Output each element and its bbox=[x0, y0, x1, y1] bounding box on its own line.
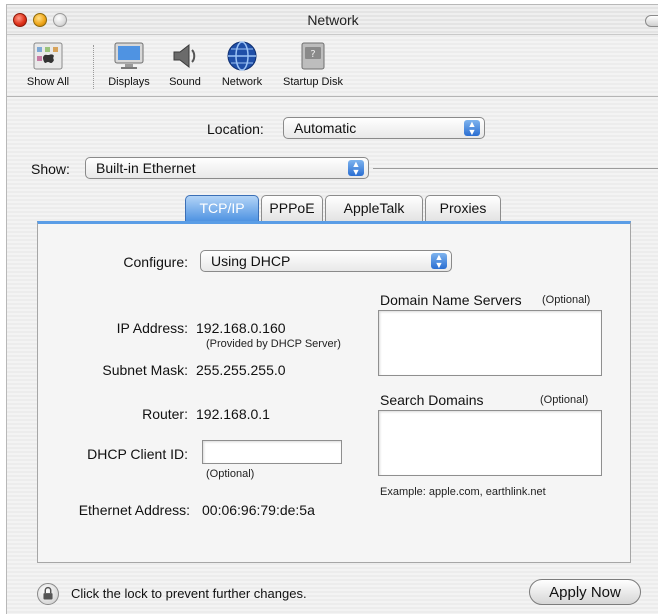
tab-pppoe[interactable]: PPPoE bbox=[261, 195, 323, 221]
ethernet-address-value: 00:06:96:79:de:5a bbox=[202, 502, 315, 518]
toolbar-separator bbox=[93, 45, 94, 89]
dhcp-client-id-label: DHCP Client ID: bbox=[87, 446, 188, 462]
configure-label: Configure: bbox=[123, 254, 188, 270]
toolbar: Show All Displays Sound Network ? Startu… bbox=[7, 35, 658, 97]
displays-icon bbox=[114, 42, 144, 69]
toolbar-item-startup-disk[interactable]: ? Startup Disk bbox=[275, 39, 351, 88]
toolbar-item-show-all[interactable]: Show All bbox=[9, 39, 87, 88]
tab-proxies[interactable]: Proxies bbox=[425, 195, 501, 221]
title-bar[interactable]: Network bbox=[7, 5, 658, 35]
toolbar-item-network[interactable]: Network bbox=[213, 39, 271, 88]
lock-icon bbox=[43, 586, 53, 600]
tcp-ip-panel: Configure: Using DHCP ▲ ▼ IP Address: 192… bbox=[37, 221, 631, 563]
popup-arrows-icon: ▲ ▼ bbox=[431, 253, 447, 270]
popup-arrows-icon: ▲ ▼ bbox=[464, 120, 480, 137]
tab-tcp-ip[interactable]: TCP/IP bbox=[185, 195, 259, 221]
show-popup[interactable]: Built-in Ethernet ▲ ▼ bbox=[85, 157, 369, 179]
toolbar-label-displays: Displays bbox=[108, 76, 150, 88]
show-all-icon bbox=[33, 42, 63, 70]
dhcp-client-id-note: (Optional) bbox=[206, 468, 255, 480]
subnet-mask-label: Subnet Mask: bbox=[102, 362, 188, 378]
search-domains-optional: (Optional) bbox=[540, 394, 589, 406]
show-value: Built-in Ethernet bbox=[96, 160, 196, 176]
configure-value: Using DHCP bbox=[211, 253, 291, 269]
toolbar-label-network: Network bbox=[221, 76, 263, 88]
search-domains-example: Example: apple.com, earthlink.net bbox=[380, 486, 546, 498]
dhcp-client-id-field[interactable] bbox=[202, 440, 342, 464]
ip-address-value: 192.168.0.160 bbox=[196, 320, 286, 336]
toolbar-item-sound[interactable]: Sound bbox=[162, 39, 208, 88]
dns-optional: (Optional) bbox=[542, 294, 591, 306]
lock-text: Click the lock to prevent further change… bbox=[71, 586, 307, 601]
configure-popup[interactable]: Using DHCP ▲ ▼ bbox=[200, 250, 452, 272]
divider-line bbox=[373, 168, 658, 169]
dns-label: Domain Name Servers bbox=[380, 292, 522, 308]
toolbar-label-sound: Sound bbox=[169, 76, 201, 88]
tab-appletalk[interactable]: AppleTalk bbox=[325, 195, 423, 221]
location-popup[interactable]: Automatic ▲ ▼ bbox=[283, 117, 485, 139]
show-label: Show: bbox=[31, 161, 70, 177]
popup-arrows-icon: ▲ ▼ bbox=[348, 160, 364, 177]
search-domains-label: Search Domains bbox=[380, 392, 484, 408]
svg-text:?: ? bbox=[310, 49, 315, 60]
window-title: Network bbox=[307, 12, 359, 28]
toolbar-item-displays[interactable]: Displays bbox=[99, 39, 159, 88]
startup-disk-icon: ? bbox=[301, 42, 325, 70]
toolbar-label-show-all: Show All bbox=[26, 76, 70, 88]
dns-field[interactable] bbox=[378, 310, 602, 376]
ip-address-label: IP Address: bbox=[116, 320, 188, 336]
router-value: 192.168.0.1 bbox=[196, 406, 270, 422]
network-icon bbox=[227, 41, 257, 71]
router-label: Router: bbox=[142, 406, 188, 422]
toolbar-toggle-button[interactable] bbox=[645, 15, 658, 27]
sound-icon bbox=[173, 43, 196, 69]
subnet-mask-value: 255.255.255.0 bbox=[196, 362, 286, 378]
location-value: Automatic bbox=[294, 120, 357, 136]
location-label: Location: bbox=[207, 121, 264, 137]
ip-address-note: (Provided by DHCP Server) bbox=[206, 338, 341, 350]
toolbar-label-startup-disk: Startup Disk bbox=[283, 76, 343, 88]
apply-now-button[interactable]: Apply Now bbox=[529, 579, 641, 605]
search-domains-field[interactable] bbox=[378, 410, 602, 476]
lock-button[interactable] bbox=[37, 583, 59, 605]
network-preferences-window: Network Show All Displays Sound Network … bbox=[6, 4, 658, 614]
ethernet-address-label: Ethernet Address: bbox=[78, 502, 190, 518]
